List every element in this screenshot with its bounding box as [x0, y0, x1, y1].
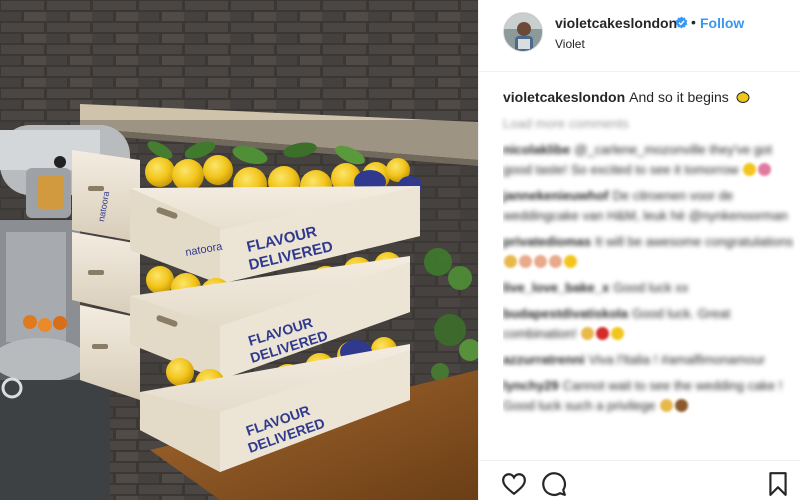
- comment-text: Good luck xx: [613, 280, 689, 295]
- comment: azzurratrenni Viva l'Italia ! #amalfimona…: [503, 350, 795, 370]
- bookmark-icon[interactable]: [765, 471, 791, 497]
- caption-username[interactable]: violetcakeslondon: [503, 89, 625, 105]
- comment: live_love_bake_x Good luck xx: [503, 278, 795, 298]
- emoji-icon: [549, 255, 562, 268]
- emoji-icon: [660, 399, 674, 412]
- post-caption: violetcakeslondon And so it begins: [503, 88, 793, 106]
- comment-username[interactable]: budapestdivatiskola: [503, 306, 628, 321]
- emoji-icon: [596, 327, 610, 340]
- comment-text: It will be awesome congratulations: [595, 234, 794, 249]
- comment-username[interactable]: jannekenieuwhof: [503, 188, 608, 203]
- heart-icon[interactable]: [501, 471, 527, 497]
- emoji-icon: [564, 255, 577, 268]
- post-header: violetcakeslondon • Follow Violet: [479, 0, 800, 72]
- comment-username[interactable]: privatediomas: [503, 234, 591, 249]
- lemon-emoji-icon: [736, 91, 750, 103]
- verified-badge-icon: [675, 16, 688, 29]
- emoji-icon: [519, 255, 532, 268]
- comment: jannekenieuwhof De citroenen voor de wedd…: [503, 186, 795, 226]
- emoji-icon: [758, 163, 772, 176]
- avatar[interactable]: [503, 12, 543, 52]
- emoji-icon: [743, 163, 757, 176]
- photo-scene: natoora FLAVOUR DELIVERED natoora FLAVOU…: [0, 0, 478, 500]
- follow-button[interactable]: Follow: [700, 15, 744, 31]
- post-sidebar: violetcakeslondon • Follow Violet violet…: [478, 0, 800, 500]
- post-photo[interactable]: natoora FLAVOUR DELIVERED natoora FLAVOU…: [0, 0, 478, 500]
- comment-username[interactable]: lynchy29: [503, 378, 559, 393]
- emoji-icon: [675, 399, 689, 412]
- avatar-image: [504, 13, 542, 51]
- comment-username[interactable]: live_love_bake_x: [503, 280, 609, 295]
- caption-text: And so it begins: [629, 89, 729, 105]
- comment-text: Viva l'Italia ! #amalfimonamour: [588, 352, 766, 367]
- comment: budapestdivatiskola Good luck. Great comb…: [503, 304, 795, 344]
- emoji-icon: [611, 327, 625, 340]
- emoji-icon: [534, 255, 547, 268]
- emoji-icon: [504, 255, 517, 268]
- comment-username[interactable]: azzurratrenni: [503, 352, 585, 367]
- separator-dot: •: [691, 14, 696, 30]
- comment: privatediomas It will be awesome congratu…: [503, 232, 795, 272]
- post-location[interactable]: Violet: [555, 37, 585, 51]
- load-more-comments-link[interactable]: Load more comments: [503, 116, 629, 131]
- emoji-icon: [581, 327, 595, 340]
- comment: nicolaklibe @_carlene_mozonville they've …: [503, 140, 795, 180]
- post-actions-bar: [479, 460, 800, 500]
- comment-icon[interactable]: [541, 471, 567, 497]
- comment: lynchy29 Cannot wait to see the wedding c…: [503, 376, 795, 416]
- crates-back: natoora: [72, 150, 140, 400]
- comment-username[interactable]: nicolaklibe: [503, 142, 570, 157]
- comments-list: nicolaklibe @_carlene_mozonville they've …: [503, 140, 795, 460]
- post-author-username[interactable]: violetcakeslondon: [555, 15, 677, 31]
